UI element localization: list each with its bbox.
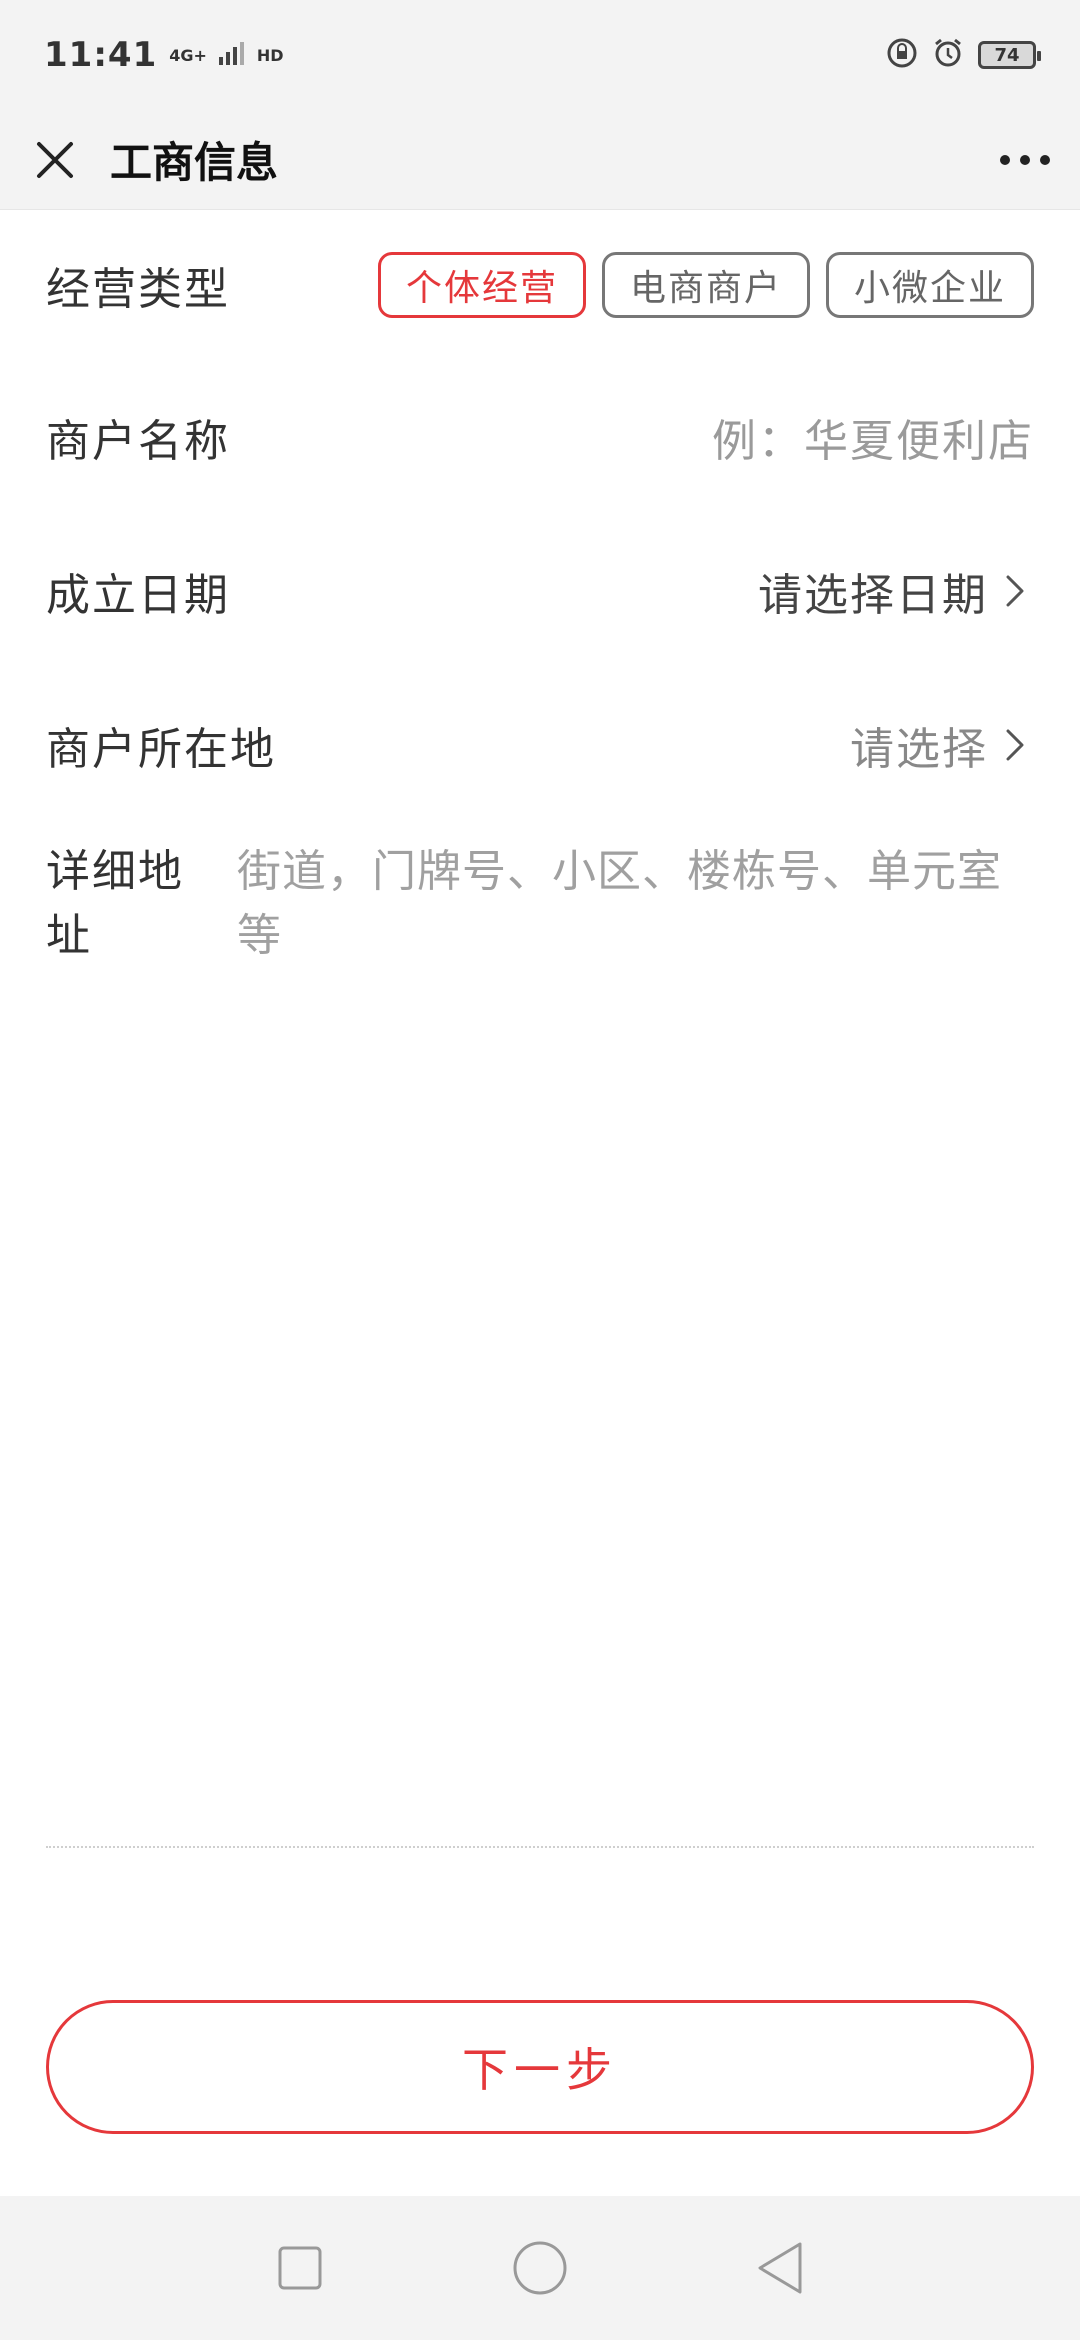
status-right-icons: 74	[886, 37, 1041, 73]
location-row[interactable]: 商户所在地 请选择	[0, 668, 1080, 822]
status-bar: 11:41 4G+ HD 74	[0, 0, 1080, 110]
established-date-label: 成立日期	[46, 570, 230, 621]
address-label: 详细地址	[46, 846, 184, 961]
home-button[interactable]	[505, 2233, 575, 2303]
business-type-option-ecommerce[interactable]: 电商商户	[602, 252, 810, 318]
page-title: 工商信息	[110, 138, 279, 187]
business-type-options: 个体经营 电商商户 小微企业	[378, 252, 1034, 318]
established-date-row[interactable]: 成立日期 请选择日期	[0, 514, 1080, 668]
business-type-option-small-enterprise[interactable]: 小微企业	[826, 252, 1034, 318]
established-date-picker[interactable]: 请选择日期	[758, 559, 988, 623]
chevron-right-icon	[1004, 725, 1034, 765]
business-type-option-individual[interactable]: 个体经营	[378, 252, 586, 318]
signal-icon	[217, 39, 247, 71]
nav-bar: 工商信息	[0, 110, 1080, 210]
battery-icon: 74	[978, 41, 1041, 69]
next-step-button[interactable]: 下一步	[46, 2000, 1034, 2134]
close-icon	[37, 141, 73, 178]
merchant-name-row[interactable]: 商户名称 例：华夏便利店	[0, 360, 1080, 514]
business-type-row: 经营类型 个体经营 电商商户 小微企业	[0, 210, 1080, 360]
location-picker[interactable]: 请选择	[850, 713, 988, 777]
business-type-label: 经营类型	[46, 264, 230, 315]
location-label: 商户所在地	[46, 724, 276, 775]
close-button[interactable]	[0, 110, 110, 210]
system-nav-bar	[0, 2196, 1080, 2340]
circle-icon	[513, 2241, 567, 2295]
status-time: 11:41	[44, 35, 158, 75]
triangle-back-icon	[758, 2242, 802, 2294]
more-icon	[1000, 154, 1050, 165]
status-left-icons: 4G+ HD	[169, 39, 284, 71]
address-input[interactable]: 街道，门牌号、小区、楼栋号、单元室等	[237, 835, 1034, 963]
square-icon	[278, 2246, 322, 2290]
chevron-right-icon	[1004, 571, 1034, 611]
merchant-name-label: 商户名称	[46, 416, 230, 467]
merchant-name-input[interactable]: 例：华夏便利店	[712, 405, 1034, 469]
hd-label: HD	[256, 45, 284, 65]
divider	[46, 1846, 1034, 1848]
business-info-form: 经营类型 个体经营 电商商户 小微企业 商户名称 例：华夏便利店 成立日期 请选…	[0, 210, 1080, 976]
rotation-lock-icon	[886, 37, 918, 73]
recent-apps-button[interactable]	[265, 2233, 335, 2303]
more-button[interactable]	[970, 110, 1080, 210]
address-row[interactable]: 详细地址 街道，门牌号、小区、楼栋号、单元室等	[0, 822, 1080, 976]
network-label: 4G+	[169, 45, 207, 65]
alarm-icon	[932, 37, 964, 73]
back-button[interactable]	[745, 2233, 815, 2303]
